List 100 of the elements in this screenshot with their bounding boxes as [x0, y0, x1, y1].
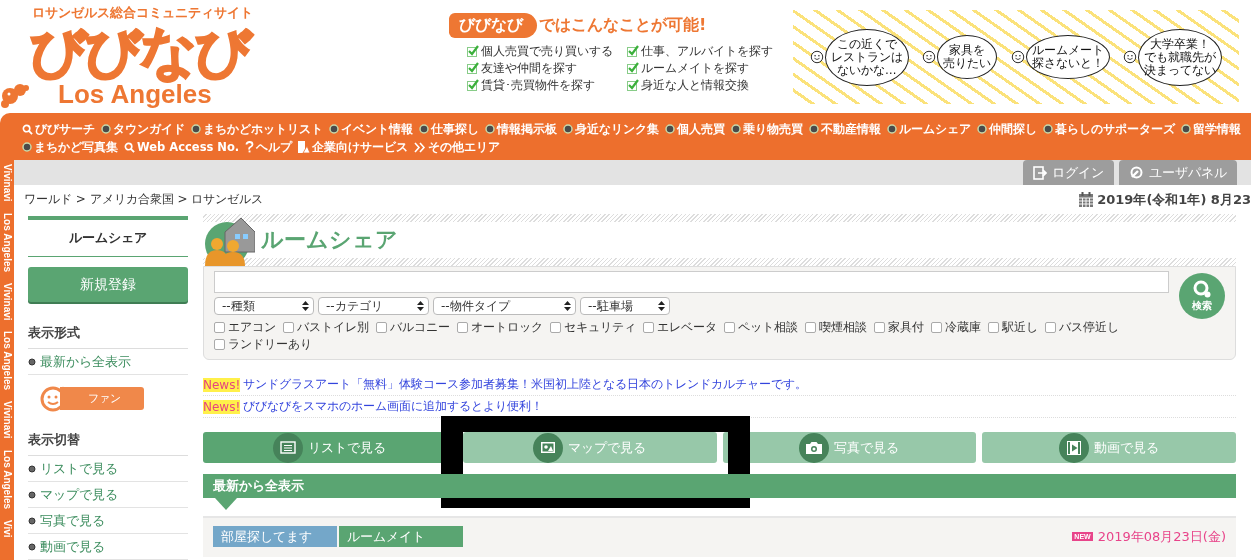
sidebar-link[interactable]: 写真で見る: [40, 511, 105, 530]
bullet-icon: [101, 124, 111, 134]
checkbox[interactable]: [214, 322, 225, 333]
view-button[interactable]: マップで見る: [462, 432, 717, 463]
checkbox-label: バストイレ別: [297, 319, 369, 336]
bullet-icon: [28, 357, 36, 366]
strip-text: Vivinavi: [1, 401, 13, 440]
user-button[interactable]: ユーザパネル: [1119, 160, 1237, 185]
checkbox[interactable]: [283, 322, 294, 333]
checkbox[interactable]: [457, 322, 468, 333]
checkbox[interactable]: [550, 322, 561, 333]
checkmark-icon: [467, 45, 479, 57]
nav-link[interactable]: Web Access No.: [124, 139, 240, 155]
banner-headline: ではこんなことが可能!: [539, 14, 707, 36]
news-link[interactable]: びびなびをスマホのホーム画面に追加するとより便利！: [243, 398, 544, 415]
nav-link[interactable]: 留学情報: [1181, 121, 1241, 137]
updown-arrow-icon: [302, 301, 309, 311]
login-icon: [1033, 165, 1047, 180]
nav-link[interactable]: イベント情報: [329, 121, 413, 137]
checkbox-label: 喫煙相談: [819, 319, 867, 336]
bullet-icon: [485, 124, 495, 134]
page-title: ルームシェア: [261, 226, 398, 254]
brand-label: びびなび: [449, 12, 537, 38]
checkbox[interactable]: [376, 322, 387, 333]
bullet-icon: [977, 124, 987, 134]
nav-link[interactable]: 個人売買: [665, 121, 725, 137]
view-button[interactable]: 動画で見る: [982, 432, 1236, 463]
nav-link[interactable]: まちかど写真集: [22, 139, 118, 155]
site-logo: びびなび: [30, 22, 253, 82]
nav-link[interactable]: 仲間探し: [977, 121, 1037, 137]
dropdown[interactable]: --駐車場: [580, 297, 670, 315]
nav-link[interactable]: 企業向けサービス: [298, 139, 409, 155]
nav-link[interactable]: 暮らしのサポーターズ: [1043, 121, 1175, 137]
nav-link[interactable]: その他エリア: [414, 139, 501, 155]
feature-text: ルームメイトを探す: [641, 60, 749, 76]
register-button[interactable]: 新規登録: [28, 267, 188, 302]
checkbox[interactable]: [643, 322, 654, 333]
character-icon: [1010, 50, 1025, 64]
nav-link[interactable]: ヘルプ: [245, 139, 293, 155]
search-button[interactable]: 検索: [1179, 273, 1225, 319]
section-title: 最新から全表示: [213, 477, 304, 495]
fan-button[interactable]: ファン: [60, 386, 144, 410]
sidebar-link[interactable]: マップで見る: [40, 485, 118, 504]
checkbox-label: 家具付: [888, 319, 924, 336]
nav-link[interactable]: タウンガイド: [101, 121, 185, 137]
bullet-icon: [419, 124, 429, 134]
feature-text: 友達や仲間を探す: [481, 60, 577, 76]
sidebar-link[interactable]: 動画で見る: [40, 537, 105, 556]
dropdown[interactable]: --カテゴリ: [318, 297, 429, 315]
nav-link[interactable]: 乗り物売買: [731, 121, 803, 137]
nav-link[interactable]: 情報掲示板: [485, 121, 557, 137]
checkmark-icon: [467, 62, 479, 74]
checkbox[interactable]: [874, 322, 885, 333]
nav-link[interactable]: 仕事探し: [419, 121, 479, 137]
news-link[interactable]: サンドグラスアート「無料」体験コース参加者募集！米国初上陸となる日本のトレンドカルチャーです。: [243, 376, 808, 393]
search-field[interactable]: [214, 271, 1169, 293]
bullet-icon: [809, 124, 819, 134]
user-button[interactable]: ログイン: [1023, 160, 1114, 185]
speech-bubble: 大学卒業！ でも就職先が 決まってない: [1138, 28, 1223, 86]
strip-text: Vivinavi: [1, 282, 13, 321]
search-icon: [124, 141, 135, 153]
checkbox-label: ランドリーあり: [228, 336, 312, 353]
strip-text: Los Angeles: [1, 450, 13, 510]
updown-arrow-icon: [564, 301, 571, 311]
category-tag: 部屋探してます: [213, 526, 337, 547]
bullet-icon: [563, 124, 573, 134]
character-icon: [1123, 50, 1138, 64]
nav-link[interactable]: 不動産情報: [809, 121, 881, 137]
checkbox-label: 冷蔵庫: [945, 319, 981, 336]
date-text: 2019年(令和1年) 8月23: [1097, 190, 1251, 209]
sidebar-link[interactable]: リストで見る: [40, 459, 118, 478]
calendar-icon: [1078, 191, 1095, 208]
strip-text: Vivi: [1, 520, 13, 538]
post-date: 2019年08月23日(金): [1097, 527, 1226, 546]
bullet-icon: [731, 124, 741, 134]
dropdown[interactable]: --物件タイプ: [433, 297, 576, 315]
nav-link[interactable]: まちかどホットリスト: [191, 121, 323, 137]
strip-text: Vivinavi: [1, 164, 13, 202]
double-chevron-icon: [414, 141, 427, 153]
nav-link[interactable]: 身近なリンク集: [563, 121, 659, 137]
speech-bubble: この近くで レストランは ないかな…: [824, 28, 909, 86]
checkbox[interactable]: [931, 322, 942, 333]
checkbox[interactable]: [988, 322, 999, 333]
sidebar-title: ルームシェア: [28, 216, 188, 257]
mascot-icon: [0, 82, 30, 108]
sidebar-link[interactable]: 最新から全表示: [40, 352, 131, 371]
checkbox[interactable]: [805, 322, 816, 333]
nav-link[interactable]: びびサーチ: [22, 121, 95, 137]
nav-link[interactable]: ルームシェア: [887, 121, 971, 137]
bullet-icon: [28, 464, 36, 473]
checkbox[interactable]: [724, 322, 735, 333]
list-icon: [279, 438, 298, 457]
character-icon: [922, 50, 937, 64]
checkbox[interactable]: [1045, 322, 1056, 333]
search-icon: [22, 123, 33, 135]
dropdown[interactable]: --種類: [214, 297, 314, 315]
feature-text: 賃貸･売買物件を探す: [481, 77, 595, 93]
checkbox[interactable]: [214, 339, 225, 350]
view-button[interactable]: 写真で見る: [722, 432, 977, 463]
bullet-icon: [28, 542, 36, 551]
